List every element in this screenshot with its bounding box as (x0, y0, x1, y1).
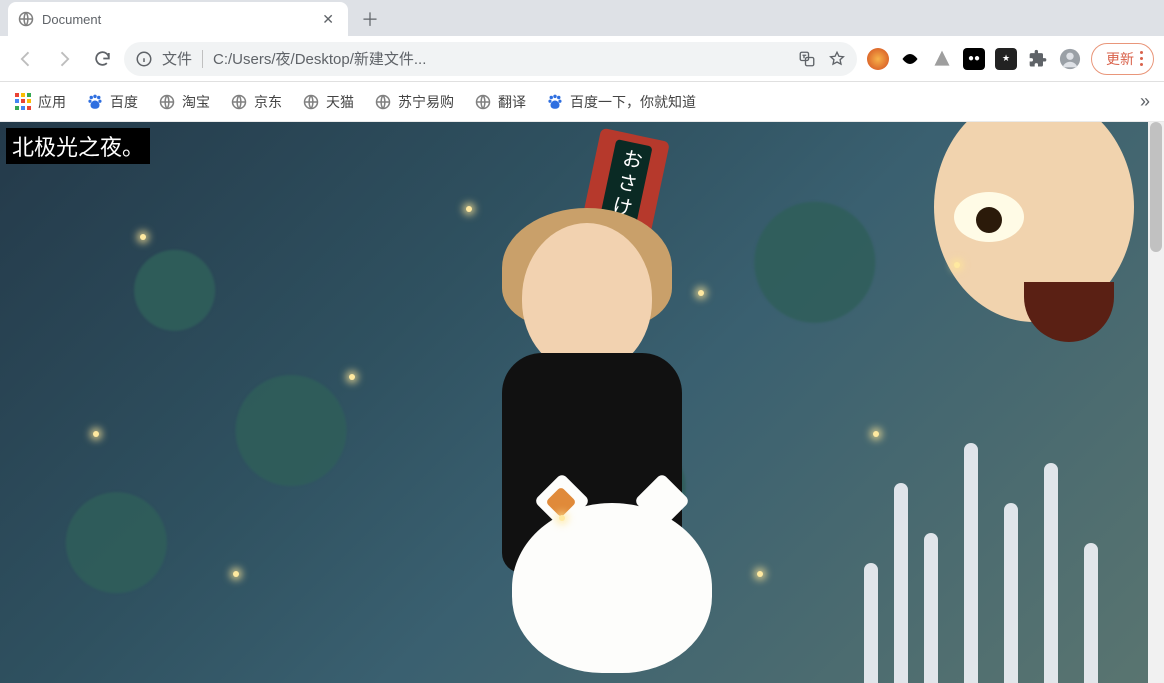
new-tab-button[interactable]: ＋ (356, 5, 384, 33)
globe-icon (230, 93, 248, 111)
extension-icons: ●● ★ (863, 48, 1085, 70)
site-info-icon[interactable] (132, 47, 156, 71)
bookmark-label: 百度一下，你就知道 (570, 92, 696, 112)
bookmark-label: 京东 (254, 92, 282, 112)
profile-avatar-icon[interactable] (1059, 48, 1081, 70)
cat-illustration (512, 503, 712, 673)
back-button[interactable] (10, 43, 42, 75)
vertical-scrollbar[interactable] (1148, 122, 1164, 683)
bookmark-item-tmall[interactable]: 天猫 (302, 92, 354, 112)
apps-shortcut[interactable]: 应用 (14, 92, 66, 112)
separator (202, 50, 203, 68)
bookmark-label: 天猫 (326, 92, 354, 112)
paw-icon (546, 93, 564, 111)
extension-icon-3[interactable] (931, 48, 953, 70)
page-watermark: 北极光之夜。 (6, 128, 150, 164)
globe-icon (158, 93, 176, 111)
translate-icon[interactable] (795, 47, 819, 71)
tab-title: Document (42, 12, 318, 27)
bookmark-item-jd[interactable]: 京东 (230, 92, 282, 112)
bookmark-item-translate[interactable]: 翻译 (474, 92, 526, 112)
url-scheme-label: 文件 (162, 48, 192, 69)
bookmark-item-taobao[interactable]: 淘宝 (158, 92, 210, 112)
bookmark-item-suning[interactable]: 苏宁易购 (374, 92, 454, 112)
browser-tab[interactable]: Document ✕ (8, 2, 348, 36)
page-background: 北极光之夜。 おさけ (0, 122, 1164, 683)
bookmark-label: 百度 (110, 92, 138, 112)
white-grass-decoration (854, 423, 1134, 683)
paw-icon (86, 93, 104, 111)
bookmark-star-icon[interactable] (825, 47, 849, 71)
bookmark-label: 翻译 (498, 92, 526, 112)
tab-strip: Document ✕ ＋ (0, 0, 1164, 36)
forward-button[interactable] (48, 43, 80, 75)
close-tab-icon[interactable]: ✕ (318, 9, 338, 30)
url-text: C:/Users/夜/Desktop/新建文件... (213, 48, 789, 69)
update-label: 更新 (1106, 49, 1134, 69)
bookmark-label: 苏宁易购 (398, 92, 454, 112)
extension-icon-2[interactable] (899, 48, 921, 70)
globe-icon (474, 93, 492, 111)
globe-icon (18, 11, 34, 27)
extension-icon-4[interactable]: ●● (963, 48, 985, 70)
address-bar[interactable]: 文件 C:/Users/夜/Desktop/新建文件... (124, 42, 857, 76)
bookmarks-overflow-icon[interactable]: » (1140, 91, 1150, 112)
apps-grid-icon (14, 93, 32, 111)
extension-icon-1[interactable] (867, 48, 889, 70)
extensions-puzzle-icon[interactable] (1027, 48, 1049, 70)
bookmarks-bar: 应用 百度 淘宝 京东 天猫 苏宁易购 翻译 (0, 82, 1164, 122)
toolbar: 文件 C:/Users/夜/Desktop/新建文件... ●● ★ 更新 (0, 36, 1164, 82)
main-character-illustration (442, 223, 702, 583)
globe-icon (374, 93, 392, 111)
extension-icon-5[interactable]: ★ (995, 48, 1017, 70)
menu-dots-icon (1140, 51, 1143, 66)
update-button[interactable]: 更新 (1091, 43, 1154, 75)
viewport: 北极光之夜。 おさけ (0, 122, 1164, 683)
globe-icon (302, 93, 320, 111)
bald-character-illustration (914, 122, 1164, 442)
bookmark-item-baidu-full[interactable]: 百度一下，你就知道 (546, 92, 696, 112)
bookmark-label: 淘宝 (182, 92, 210, 112)
scrollbar-thumb[interactable] (1150, 122, 1162, 252)
reload-button[interactable] (86, 43, 118, 75)
bookmark-item-baidu[interactable]: 百度 (86, 92, 138, 112)
apps-label: 应用 (38, 92, 66, 112)
